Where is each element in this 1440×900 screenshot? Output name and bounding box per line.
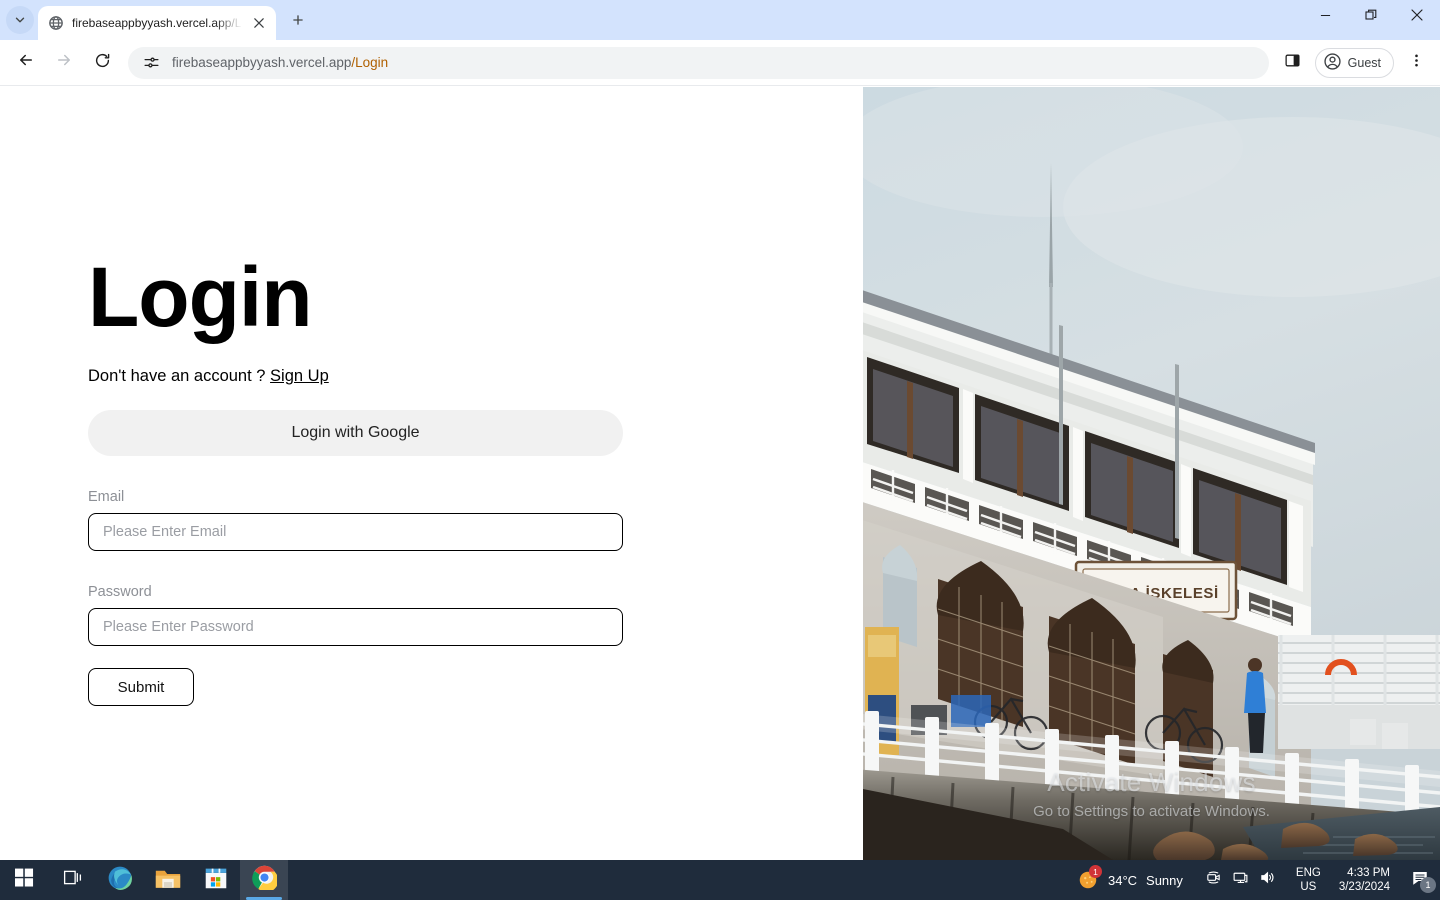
language-line-1: ENG: [1295, 867, 1321, 879]
close-icon: [1411, 8, 1423, 26]
chevron-down-icon: [13, 13, 27, 27]
three-dot-menu-icon: [1408, 52, 1425, 74]
address-bar-url: firebaseappbyyash.vercel.app/Login: [172, 55, 388, 70]
weather-temperature: 34°C: [1107, 872, 1138, 888]
taskbar-chrome[interactable]: [240, 860, 288, 900]
arrow-left-icon: [17, 51, 35, 74]
weather-badge: 1: [1088, 865, 1102, 878]
tab-close-button[interactable]: [250, 14, 268, 32]
signup-link[interactable]: Sign Up: [270, 367, 329, 385]
signup-prompt: Don't have an account ? Sign Up: [88, 367, 633, 386]
url-host: firebaseappbyyash.vercel.app: [172, 55, 352, 70]
restore-icon: [1365, 8, 1377, 26]
side-panel-icon: [1284, 52, 1301, 74]
login-with-google-button[interactable]: Login with Google: [88, 410, 623, 456]
language-line-2: US: [1300, 881, 1317, 893]
taskbar-edge[interactable]: [96, 860, 144, 900]
login-pane: Login Don't have an account ? Sign Up Lo…: [0, 87, 863, 860]
tab-strip: firebaseappbyyash.vercel.app/L: [0, 0, 1440, 40]
system-tray: 1 34°C Sunny ENG US 4:33 PM 3/23/2024 1: [1063, 860, 1440, 900]
submit-button[interactable]: Submit: [88, 668, 194, 706]
arrow-right-icon: [55, 51, 73, 74]
taskbar-file-explorer[interactable]: [144, 860, 192, 900]
url-path: /Login: [351, 55, 389, 70]
side-panel-button[interactable]: [1277, 47, 1309, 79]
start-button[interactable]: [0, 860, 48, 900]
windows-taskbar: 1 34°C Sunny ENG US 4:33 PM 3/23/2024 1: [0, 860, 1440, 900]
windows-logo-icon: [14, 868, 34, 892]
globe-icon: [48, 15, 64, 31]
browser-toolbar: firebaseappbyyash.vercel.app/Login Guest: [0, 40, 1440, 86]
minimize-button[interactable]: [1302, 0, 1348, 34]
browser-tab[interactable]: firebaseappbyyash.vercel.app/L: [38, 6, 276, 40]
volume-icon[interactable]: [1259, 869, 1276, 891]
toolbar-right-actions: Guest: [1277, 47, 1440, 79]
folder-icon: [155, 866, 181, 895]
window-controls: [1302, 0, 1440, 34]
chrome-icon: [251, 865, 278, 895]
person-circle-icon: [1323, 52, 1342, 74]
close-window-button[interactable]: [1394, 0, 1440, 34]
taskbar-microsoft-store[interactable]: [192, 860, 240, 900]
clock-widget[interactable]: 4:33 PM 3/23/2024: [1329, 866, 1400, 894]
sun-icon: 1: [1077, 865, 1102, 891]
weather-widget[interactable]: 1 34°C Sunny: [1063, 860, 1193, 900]
notification-center-button[interactable]: 1: [1400, 860, 1440, 900]
profile-label: Guest: [1347, 55, 1381, 70]
plus-icon: [291, 13, 305, 32]
page-viewport: Login Don't have an account ? Sign Up Lo…: [0, 87, 1440, 860]
tab-title: firebaseappbyyash.vercel.app/L: [72, 16, 242, 30]
task-view-icon: [62, 867, 83, 893]
edge-icon: [107, 865, 133, 896]
notification-count-badge: 1: [1420, 877, 1436, 893]
meet-now-icon[interactable]: [1205, 869, 1222, 891]
address-bar[interactable]: firebaseappbyyash.vercel.app/Login: [128, 46, 1269, 79]
signup-prompt-text: Don't have an account ?: [88, 367, 266, 385]
ferry-terminal-photo: MODA İSKELESİ: [863, 87, 1440, 860]
tray-status-icons: [1193, 860, 1288, 900]
chrome-menu-button[interactable]: [1400, 47, 1432, 79]
hero-photo: MODA İSKELESİ Activate Windows Go to Set…: [863, 87, 1440, 860]
password-input[interactable]: [88, 608, 623, 646]
task-view-button[interactable]: [48, 860, 96, 900]
reload-button[interactable]: [86, 47, 118, 79]
weather-condition: Sunny: [1146, 872, 1183, 888]
password-label: Password: [88, 584, 152, 600]
forward-button[interactable]: [48, 47, 80, 79]
network-icon[interactable]: [1232, 869, 1249, 891]
clock-time: 4:33 PM: [1347, 867, 1390, 879]
restore-button[interactable]: [1348, 0, 1394, 34]
tab-search-button[interactable]: [6, 6, 34, 34]
profile-button[interactable]: Guest: [1314, 47, 1394, 78]
browser-window: firebaseappbyyash.vercel.app/L firebasea…: [0, 0, 1440, 860]
tune-sliders-icon[interactable]: [142, 54, 160, 72]
new-tab-button[interactable]: [284, 8, 312, 36]
reload-icon: [94, 52, 111, 74]
back-button[interactable]: [10, 47, 42, 79]
email-label: Email: [88, 489, 125, 505]
taskbar-apps: [0, 860, 288, 900]
store-icon: [204, 866, 228, 895]
email-input[interactable]: [88, 513, 623, 551]
language-indicator[interactable]: ENG US: [1288, 866, 1329, 894]
minimize-icon: [1320, 8, 1331, 26]
clock-date: 3/23/2024: [1338, 881, 1390, 893]
page-title: Login: [88, 250, 313, 344]
